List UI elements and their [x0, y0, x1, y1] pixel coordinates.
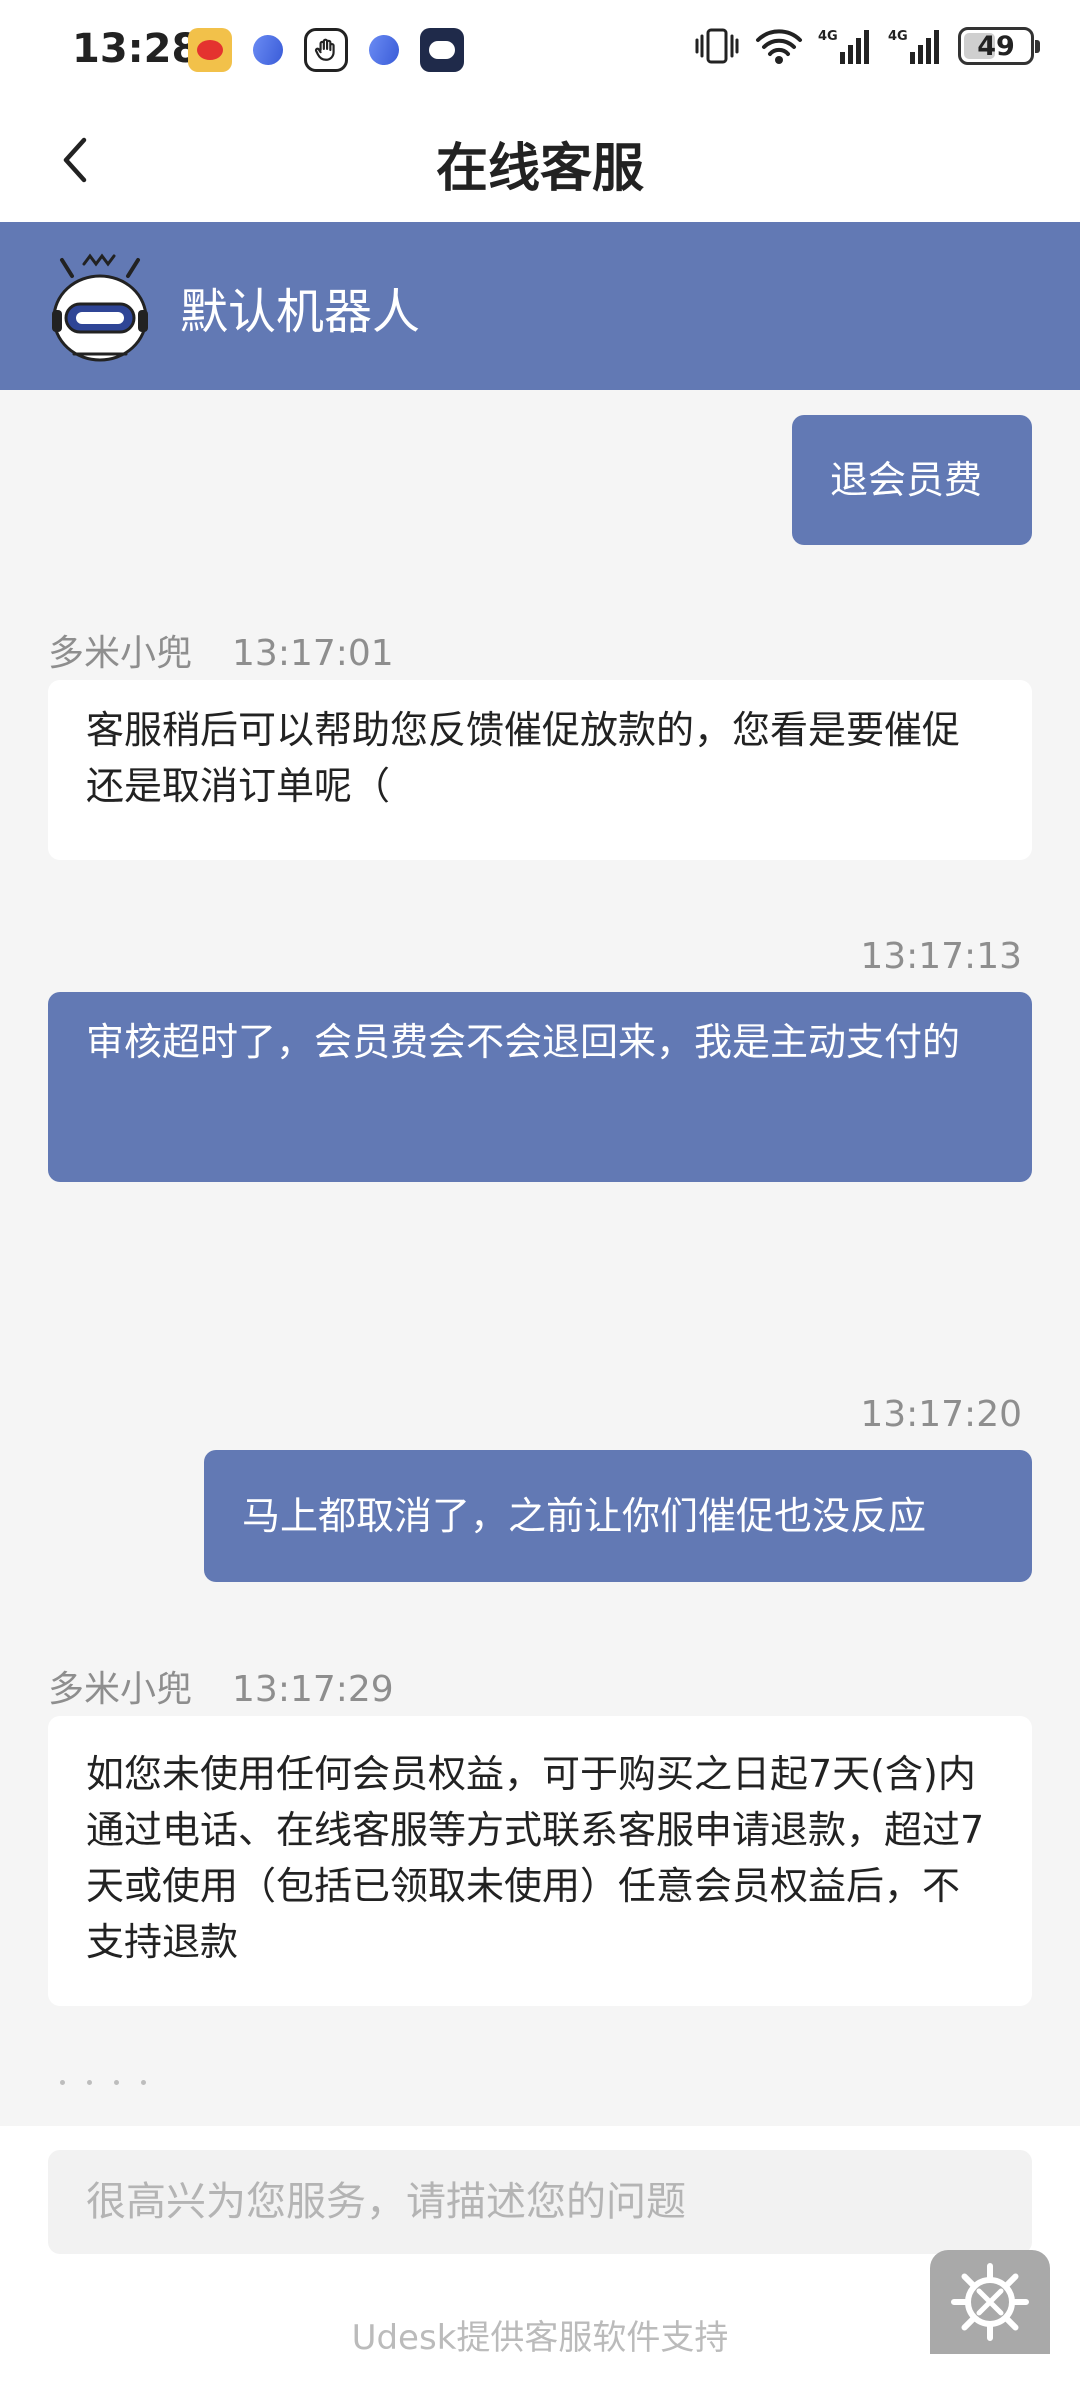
- battery-icon: 49: [958, 27, 1040, 65]
- settings-icon: [951, 2263, 1029, 2341]
- settings-button[interactable]: [930, 2250, 1050, 2354]
- network-label: 4G: [818, 29, 838, 44]
- battery-level: 49: [977, 30, 1015, 62]
- message-bubble-incoming[interactable]: 如您未使用任何会员权益，可于购买之日起7天(含)内通过电话、在线客服等方式联系客…: [48, 1716, 1032, 2006]
- page-title: 在线客服: [435, 139, 644, 199]
- blue-ball-icon: [246, 28, 290, 72]
- loading-dots: [60, 2080, 146, 2085]
- hand-icon: [304, 28, 348, 72]
- message-bubble-outgoing[interactable]: 马上都取消了，之前让你们催促也没反应: [204, 1450, 1032, 1582]
- status-bar: 13:28 4G 4G 49: [0, 0, 1080, 100]
- bot-app-icon: [420, 28, 464, 72]
- input-area: Udesk提供客服软件支持: [0, 2126, 1080, 2400]
- wifi-icon: [754, 26, 804, 66]
- message-meta: 多米小兜 13:17:29: [48, 1660, 394, 1712]
- blue-ball-icon: [362, 28, 406, 72]
- message-bubble-incoming[interactable]: 客服稍后可以帮助您反馈催促放款的，您看是要催促还是取消订单呢（: [48, 680, 1032, 860]
- agent-name: 默认机器人: [180, 284, 421, 340]
- chat-area[interactable]: 退会员费 多米小兜 13:17:01 客服稍后可以帮助您反馈催促放款的，您看是要催…: [0, 390, 1080, 2126]
- system-icons: 4G 4G 49: [694, 26, 1040, 66]
- sender-name: 多米小兜: [48, 1669, 193, 1710]
- status-time: 13:28: [72, 26, 200, 72]
- message-meta: 多米小兜 13:17:01: [48, 624, 394, 676]
- message-bubble-outgoing[interactable]: 审核超时了，会员费会不会退回来，我是主动支付的: [48, 992, 1032, 1182]
- message-text: 如您未使用任何会员权益，可于购买之日起7天(含)内通过电话、在线客服等方式联系客…: [86, 1752, 985, 1964]
- signal-icon: 4G: [818, 26, 874, 66]
- signal-icon: 4G: [888, 26, 944, 66]
- weibo-icon: [188, 28, 232, 72]
- agent-header: 默认机器人: [0, 222, 1080, 390]
- message-time: 13:17:20: [860, 1394, 1022, 1435]
- nav-bar: 在线客服: [0, 100, 1080, 222]
- message-bubble-outgoing[interactable]: 退会员费: [792, 415, 1032, 545]
- message-time: 13:17:13: [860, 936, 1022, 977]
- message-text: 马上都取消了，之前让你们催促也没反应: [242, 1494, 927, 1538]
- message-text: 审核超时了，会员费会不会退回来，我是主动支付的: [86, 1020, 961, 1064]
- network-label: 4G: [888, 29, 908, 44]
- robot-avatar-icon: [52, 253, 148, 362]
- message-text: 退会员费: [830, 458, 983, 502]
- message-input[interactable]: [48, 2150, 1032, 2254]
- message-text: 客服稍后可以帮助您反馈催促放款的，您看是要催促还是取消订单呢（: [86, 708, 961, 808]
- powered-by-note: Udesk提供客服软件支持: [351, 2318, 729, 2358]
- sender-name: 多米小兜: [48, 633, 193, 674]
- message-time: 13:17:01: [232, 633, 394, 674]
- message-time: 13:17:29: [232, 1669, 394, 1710]
- vibrate-icon: [694, 26, 740, 66]
- notification-icons: [188, 28, 464, 72]
